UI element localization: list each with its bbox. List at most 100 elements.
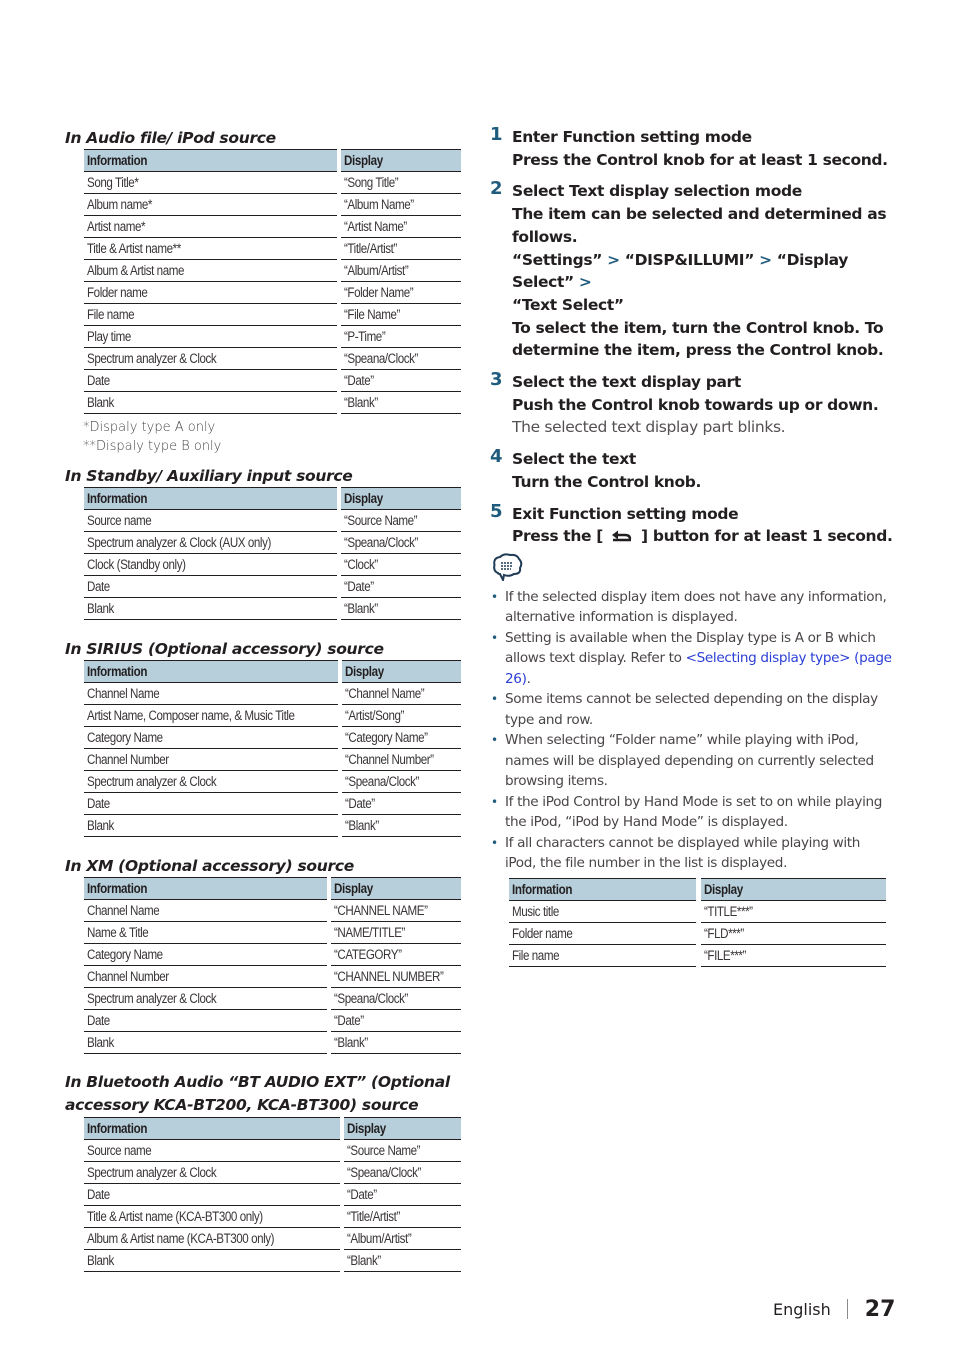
table-row: Clock (Standby only) “Clock”	[84, 554, 461, 576]
table-standby-aux: Information Display Source name “Source Nam…	[84, 487, 461, 620]
menu-path: “Settings” > “DISP&ILLUMI” > “Display Se…	[512, 249, 895, 317]
footer-language: English	[773, 1299, 831, 1319]
cell-display: “Date”	[340, 370, 461, 392]
cell-text: “Channel Number”	[344, 752, 434, 767]
table-header-row: Information Display	[84, 877, 461, 900]
chevron-right-icon: >	[607, 250, 620, 269]
page-footer: English 27	[773, 1294, 895, 1324]
cell-text: “CHANNEL NUMBER”	[333, 969, 444, 984]
cell-text: Song Title*	[87, 175, 139, 190]
cell-text: “Clock”	[344, 557, 379, 572]
step-body: To select the item, turn the Control kno…	[512, 318, 884, 360]
left-column: In Audio file/ iPod source Information Di…	[65, 127, 465, 1272]
cell-display: “Source Name”	[343, 1140, 461, 1162]
cell-text: “NAME/TITLE”	[333, 925, 405, 940]
cell-text: Spectrum analyzer & Clock	[87, 991, 217, 1006]
cell-display: “CHANNEL NAME”	[330, 900, 461, 922]
cell-text: Date	[87, 579, 110, 594]
step-5: 5 Exit Function setting mode Press the […	[490, 500, 895, 551]
step-title: Select the text display part	[512, 373, 741, 392]
table-row: Source name “Source Name”	[84, 1140, 461, 1162]
table-row: Blank “Blank”	[84, 1032, 461, 1054]
section-title-audio-ipod: In Audio file/ iPod source	[65, 129, 276, 147]
cell-display: “Channel Number”	[341, 749, 461, 771]
right-column: 1 Enter Function setting mode Press the …	[490, 124, 895, 967]
cell-display: “Album/Artist”	[343, 1228, 461, 1250]
cell-display: “Date”	[343, 1184, 461, 1206]
cell-text: “Speana/Clock”	[346, 1165, 421, 1180]
note-item: Setting is available when the Display ty…	[490, 628, 895, 690]
footer-divider	[846, 1299, 848, 1319]
step-body-text: ] button for at least 1 second.	[641, 527, 893, 546]
cell-text: “P-Time”	[343, 329, 386, 344]
menu-path-item: “Settings”	[512, 250, 603, 269]
table-row: Spectrum analyzer & Clock (AUX only) “Spe…	[84, 532, 461, 554]
step-body: Turn the Control knob.	[512, 472, 702, 491]
cell-text: Artist Name, Composer name, & Music Titl…	[87, 708, 295, 723]
cell-display: “Speana/Clock”	[330, 988, 461, 1010]
cell-display: “P-Time”	[340, 326, 461, 348]
table-row: Artist name* “Artist Name”	[84, 216, 461, 238]
table-row: Date “Date”	[84, 370, 461, 392]
cell-information: Song Title*	[84, 172, 337, 194]
cell-information: Spectrum analyzer & Clock	[84, 771, 338, 793]
table-row: Source name “Source Name”	[84, 510, 461, 532]
cell-text: Source name	[87, 513, 152, 528]
cell-text: “Blank”	[344, 601, 379, 616]
cell-text: Date	[87, 1013, 110, 1028]
header-display: Display	[341, 660, 461, 683]
cell-text: “Speana/Clock”	[333, 991, 408, 1006]
header-text: Display	[333, 881, 373, 896]
cell-information: Folder name	[509, 923, 697, 945]
table-audio-ipod: Information Display Song Title* “Song Title…	[84, 149, 461, 414]
cell-display: “NAME/TITLE”	[330, 922, 461, 944]
cell-text: Album name*	[87, 197, 152, 212]
cell-text: Blank	[87, 395, 114, 410]
cell-text: Category Name	[87, 730, 163, 745]
cell-information: Folder name	[84, 282, 337, 304]
cell-text: “Title/Artist”	[346, 1209, 400, 1224]
step-number: 5	[490, 500, 503, 522]
footnote: **Dispaly type B only	[83, 439, 222, 454]
cell-text: “File Name”	[343, 307, 400, 322]
header-display: Display	[343, 1117, 461, 1140]
cell-text: “Title/Artist”	[343, 241, 397, 256]
section-title-sirius: In SIRIUS (Optional accessory) source	[65, 640, 384, 658]
cell-text: Spectrum analyzer & Clock	[87, 774, 217, 789]
cell-text: “Blank”	[343, 395, 378, 410]
header-information: Information	[84, 149, 337, 172]
table-row: Channel Number “Channel Number”	[84, 749, 461, 771]
table-row: File name “File Name”	[84, 304, 461, 326]
page-number: 27	[864, 1296, 896, 1322]
cell-text: “Date”	[344, 579, 374, 594]
cell-text: “Date”	[346, 1187, 377, 1202]
header-display: Display	[341, 487, 461, 510]
notes-list: If the selected display item does not ha…	[490, 587, 895, 874]
cell-text: Channel Number	[87, 969, 169, 984]
table-row: Folder name “FLD***”	[509, 922, 886, 945]
cell-text: Spectrum analyzer & Clock (AUX only)	[87, 535, 271, 550]
cell-display: “File Name”	[340, 304, 461, 326]
note-item: When selecting “Folder name” while playi…	[490, 730, 895, 792]
table-xm: Information Display Channel Name “CHANNEL N…	[84, 877, 461, 1054]
table-row: Date “Date”	[84, 1010, 461, 1032]
cell-information: File name	[509, 945, 697, 967]
step-title: Exit Function setting mode	[512, 504, 739, 523]
cell-display: “Album/Artist”	[340, 260, 461, 282]
cell-text: “FLD***”	[703, 925, 744, 941]
cell-display: “Blank”	[343, 1250, 461, 1272]
note-speech-bubble-icon	[492, 553, 895, 584]
header-display: Display	[340, 149, 461, 172]
cell-display: “Channel Name”	[341, 683, 461, 705]
cell-information: Blank	[84, 1032, 328, 1054]
table-header-row: Information Display	[509, 877, 886, 901]
table-row: Blank “Blank”	[84, 1250, 461, 1272]
header-text: Information	[87, 491, 148, 506]
table-row: Title & Artist name** “Title/Artist”	[84, 238, 461, 260]
cell-display: “Source Name”	[341, 510, 461, 532]
cell-text: “Channel Name”	[344, 686, 425, 701]
table-row: Blank “Blank”	[84, 392, 461, 414]
table-header-row: Information Display	[84, 660, 461, 683]
cell-text: Name & Title	[87, 925, 149, 940]
cell-information: Music title	[509, 901, 697, 923]
